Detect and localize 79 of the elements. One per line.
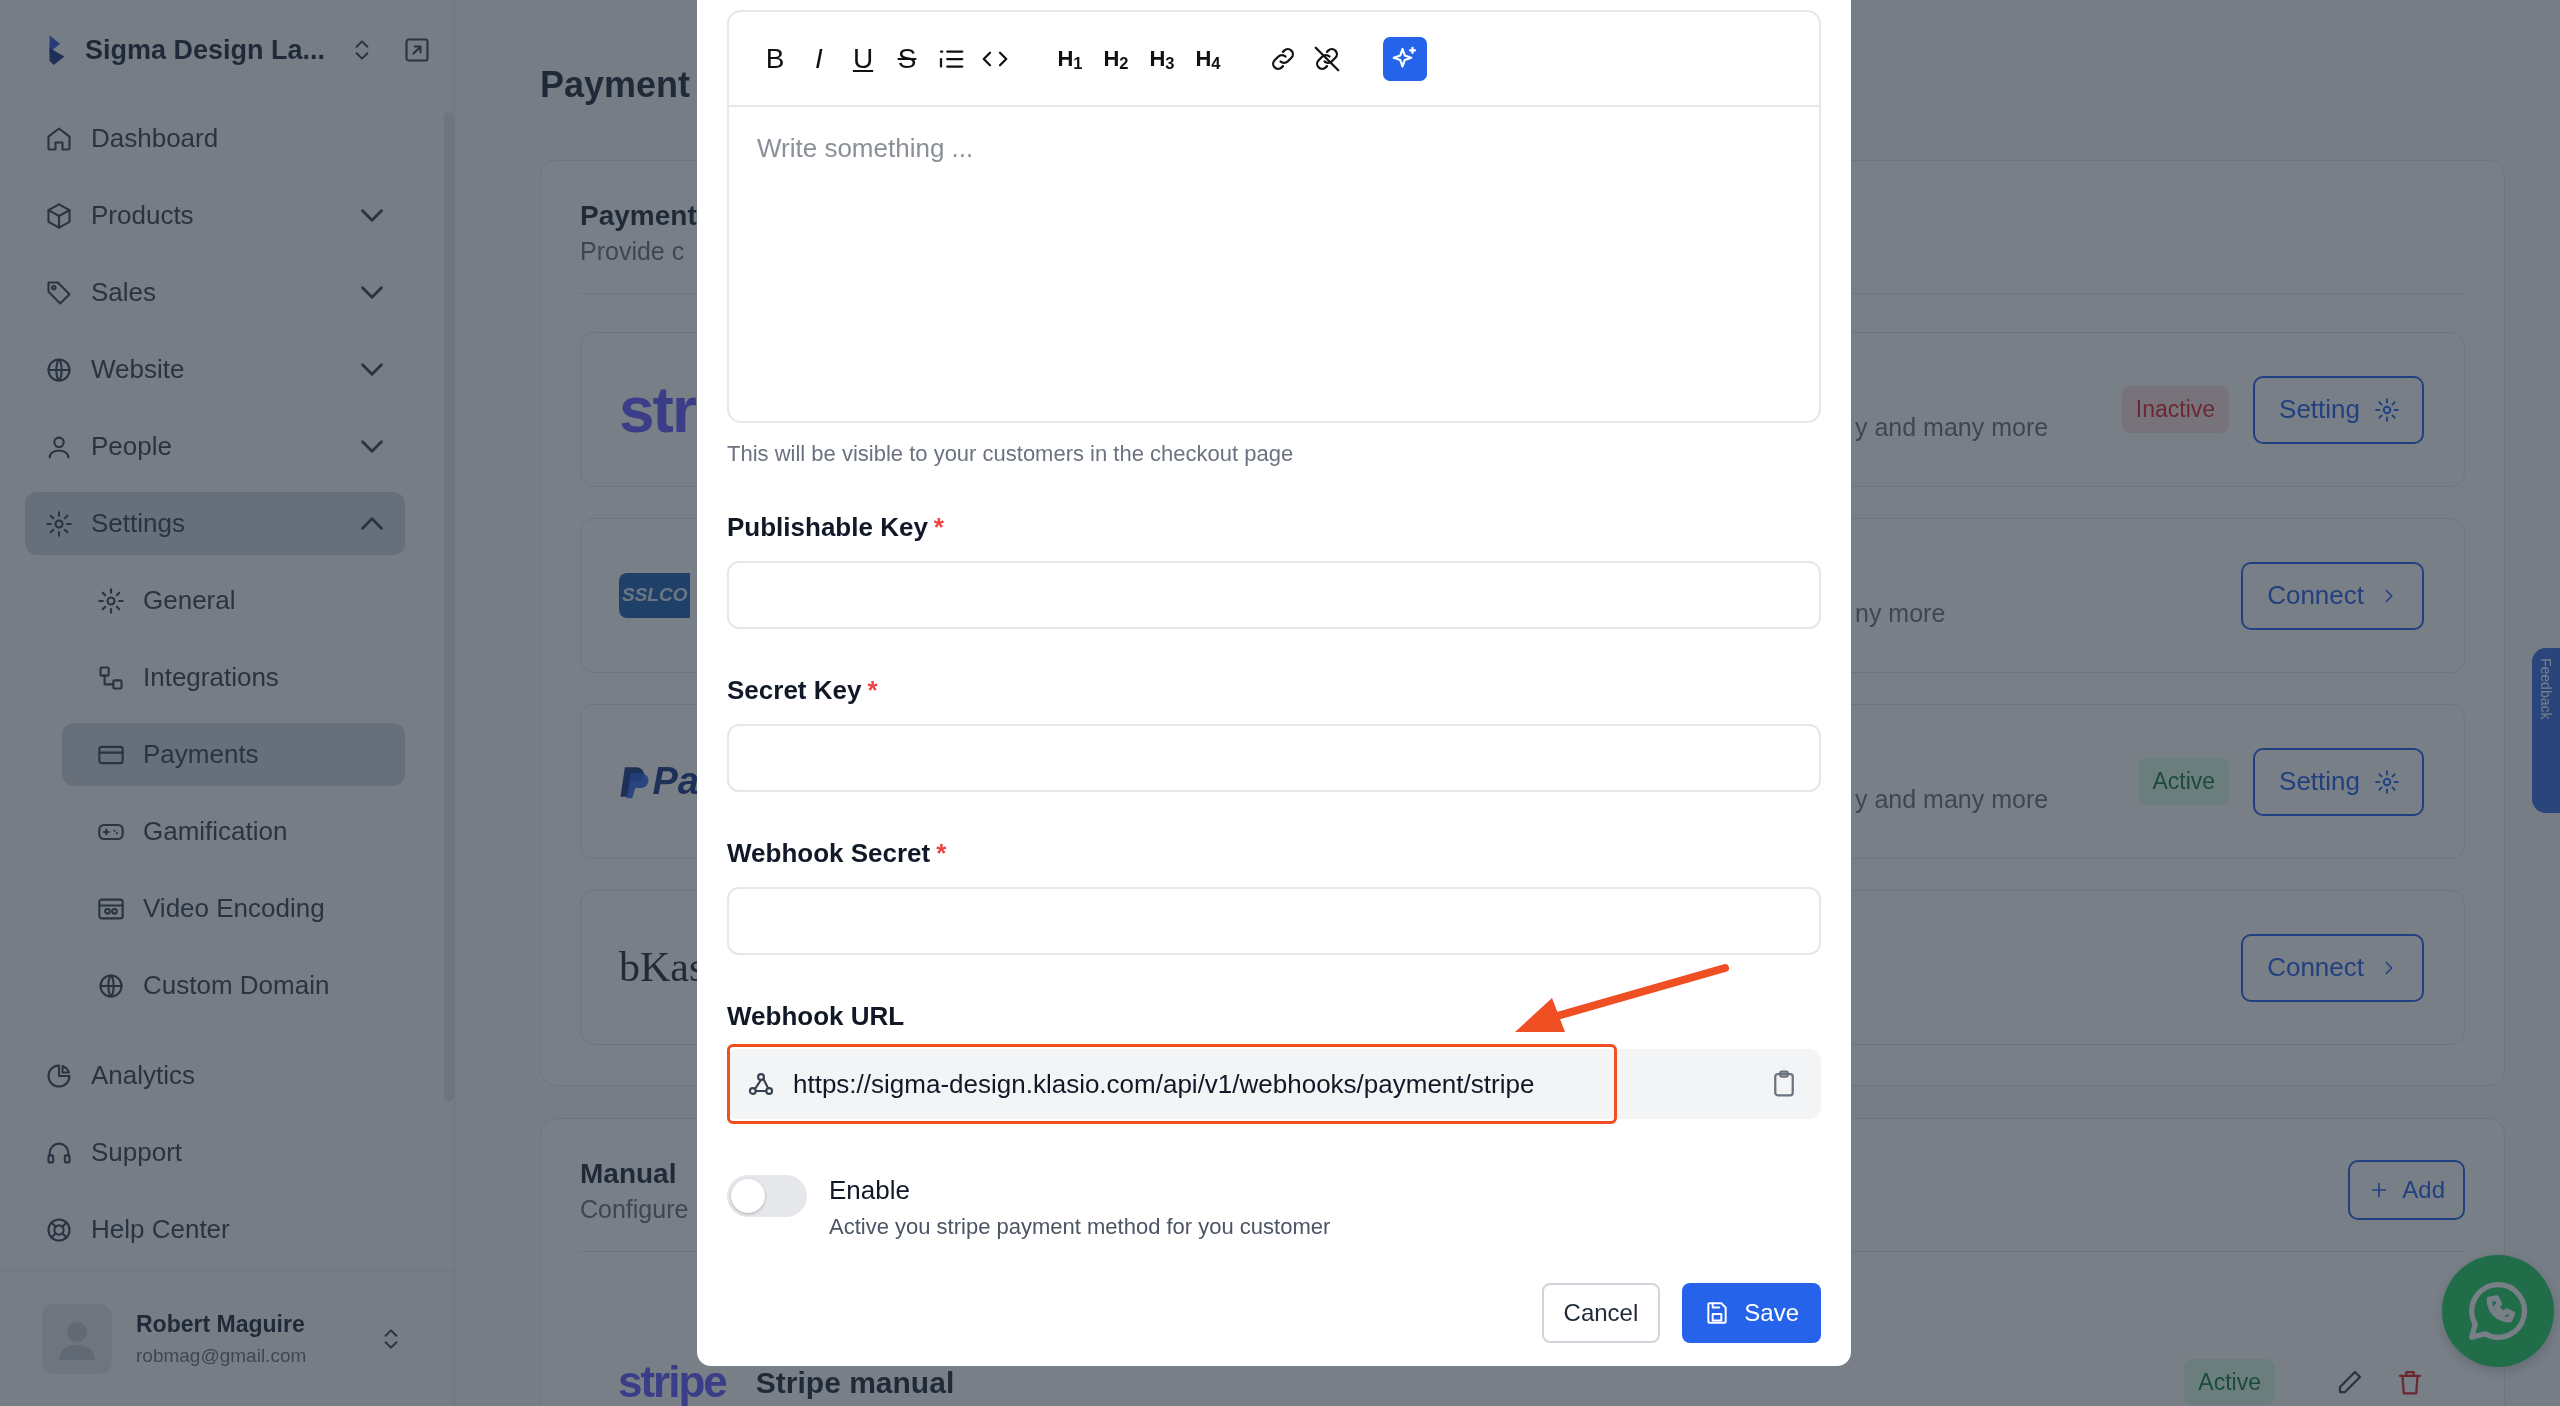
url-text: https://sigma-design.klasio.com/api/v1/webhooks/payment/stripe (793, 1067, 1535, 1101)
field-label: Secret Key * (727, 675, 879, 705)
chevron-down-icon (361, 440, 383, 453)
nodes-icon (97, 663, 125, 692)
globe-icon (45, 355, 73, 384)
user-email: robmag@gmail.com (136, 1343, 308, 1368)
format-button[interactable]: U (845, 38, 881, 79)
section-title: Payment (580, 199, 697, 233)
heading-button[interactable]: H$_{2}$ (1097, 38, 1135, 79)
sidebar-subitem[interactable]: Custom Domain (62, 954, 405, 1017)
sidebar-item[interactable]: Support (25, 1121, 405, 1184)
globe-icon (97, 971, 125, 1000)
sidebar-item[interactable]: Analytics (25, 1044, 405, 1107)
input-field[interactable] (727, 887, 1821, 955)
toggle-label: Enable (829, 1174, 911, 1207)
toggle-description: Active you stripe payment method for you customer (829, 1213, 1331, 1241)
sidebar-item[interactable]: Dashboard (25, 107, 405, 170)
save-button[interactable]: Save (1682, 1283, 1821, 1343)
webhook-icon (747, 1070, 775, 1098)
section-title: Manual (580, 1157, 678, 1191)
chevron-down-icon (361, 286, 383, 299)
method-name: Stripe manual (755, 1364, 955, 1401)
user-name: Robert Maguire (136, 1310, 306, 1339)
setting-button[interactable]: Setting (2253, 375, 2424, 444)
logo-text: stripe (618, 1356, 726, 1406)
status-badge: Active (2184, 1358, 2275, 1406)
status-badge: Active (2138, 758, 2230, 805)
sidebar-subitem[interactable]: Payments (62, 723, 405, 786)
input-field[interactable] (727, 724, 1821, 792)
heading-button[interactable]: H$_{3}$ (1143, 38, 1181, 79)
connect-button[interactable]: Connect (2241, 561, 2424, 630)
field-label: Webhook URL (727, 1001, 906, 1031)
logo-drawing: Pa (619, 753, 699, 810)
gateway-description: y and many more (1855, 411, 2050, 443)
rich-text-editor[interactable]: B I U S H$_{1}$ H$_{2}$ H$_{3}$ H$_{4}$ Write something ... (727, 10, 1821, 423)
external-link-icon (403, 36, 431, 64)
feedback-tab[interactable]: Feedback (2532, 648, 2560, 813)
format-button[interactable]: S (889, 38, 925, 79)
format-button[interactable]: B (757, 38, 793, 79)
toggle-switch[interactable] (727, 1175, 807, 1217)
heading-button[interactable]: H$_{4}$ (1189, 38, 1227, 79)
lifebuoy-icon (45, 1215, 73, 1244)
help-text: This will be visible to your customers in the checkout page (727, 440, 1295, 468)
sidebar-item[interactable]: People (25, 415, 405, 478)
url-field[interactable]: https://sigma-design.klasio.com/api/v1/webhooks/payment/stripe (727, 1049, 1821, 1119)
section-subtitle: Provide c (580, 236, 686, 267)
sidebar-item[interactable]: Products (25, 184, 405, 247)
sidebar-subitem[interactable]: Gamification (62, 800, 405, 863)
field-label: Webhook Secret * (727, 838, 948, 868)
heading-button[interactable]: H$_{1}$ (1051, 38, 1089, 79)
workspace-name: Sigma Design La... (85, 33, 327, 67)
input-field[interactable] (727, 561, 1821, 629)
sidebar-subitem[interactable]: General (62, 569, 405, 632)
tag-icon (45, 278, 73, 307)
format-button[interactable]: I (801, 38, 837, 79)
sidebar-item[interactable]: Help Center (25, 1198, 405, 1261)
setting-button[interactable]: Setting (2253, 747, 2424, 816)
sidebar-subitem[interactable]: Integrations (62, 646, 405, 709)
cancel-button[interactable]: Cancel (1541, 1283, 1661, 1343)
box-icon (45, 201, 73, 230)
sidebar-subitem[interactable]: Video Encoding (62, 877, 405, 940)
chevron-down-icon (361, 363, 383, 376)
status-badge: Inactive (2121, 386, 2230, 433)
gateway-description: y and many more (1855, 783, 2050, 815)
page-title: Payment (540, 63, 691, 107)
connect-button[interactable]: Connect (2241, 933, 2424, 1002)
section-subtitle: Configure (580, 1194, 689, 1225)
sidebar-item[interactable]: Settings (25, 492, 405, 555)
ai-button[interactable] (1383, 36, 1427, 81)
sidebar-item[interactable]: Website (25, 338, 405, 401)
add-button[interactable]: Add (2348, 1160, 2465, 1220)
logo-text: SSLCO (619, 573, 691, 618)
gateway-description: ny more (1855, 597, 1947, 629)
pie-icon (45, 1061, 73, 1090)
chevron-up-icon (361, 517, 383, 530)
sidebar-item[interactable]: Sales (25, 261, 405, 324)
chevron-down-icon (361, 209, 383, 222)
logo-text: str (619, 372, 697, 448)
field-label: Publishable Key * (727, 512, 945, 542)
